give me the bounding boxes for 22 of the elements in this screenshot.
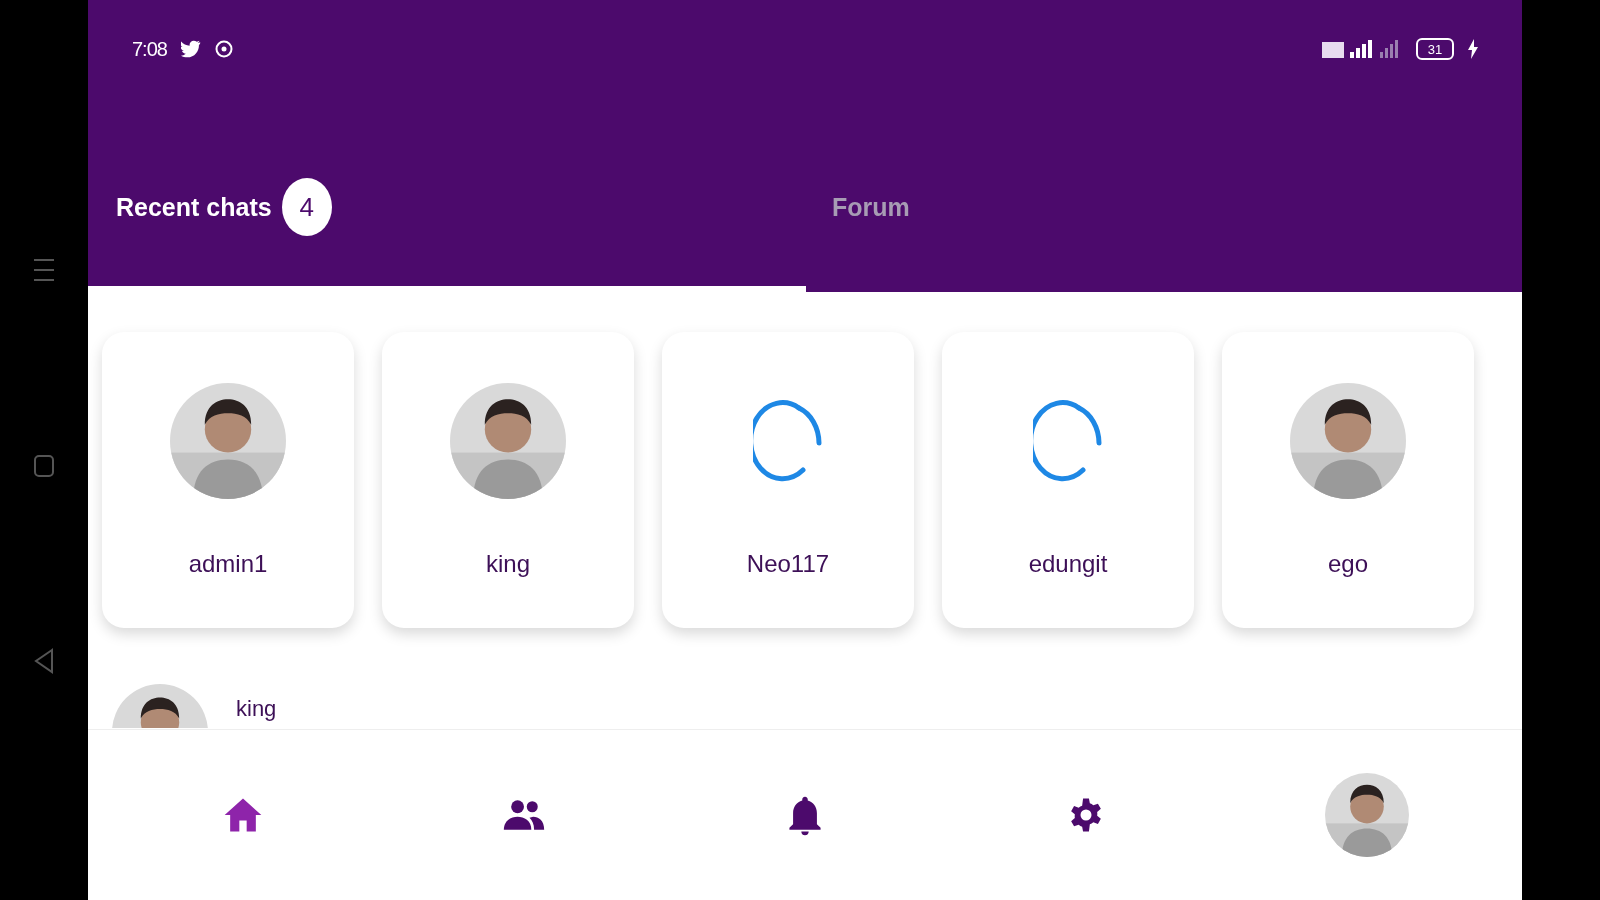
ball-icon — [214, 40, 233, 58]
contact-name: edungit — [1028, 550, 1108, 578]
contact-name: Neo117 — [746, 550, 830, 578]
contact-card[interactable]: Neo117 — [662, 332, 914, 628]
chat-name: king — [236, 695, 277, 722]
tab[interactable]: Recent chats 4 — [88, 162, 806, 292]
contact-card[interactable]: king — [382, 332, 634, 628]
back-icon[interactable] — [32, 648, 56, 674]
menu-icon[interactable] — [32, 256, 56, 284]
status-time: 7:08 — [132, 37, 167, 61]
contact-name: ego — [1327, 550, 1368, 578]
bolt-icon — [1468, 39, 1478, 59]
contact-name: king — [486, 550, 530, 578]
square-icon[interactable] — [32, 454, 56, 478]
contact-card[interactable]: ego — [1222, 332, 1474, 628]
tab[interactable]: Forum — [806, 162, 1522, 292]
bird-icon — [180, 40, 201, 58]
contact-name: admin1 — [188, 550, 268, 578]
contact-card[interactable]: admin1 — [102, 332, 354, 628]
contact-card[interactable]: edungit — [942, 332, 1194, 628]
battery-icon: 31 — [1416, 38, 1454, 60]
count-badge: 4 — [281, 178, 332, 236]
